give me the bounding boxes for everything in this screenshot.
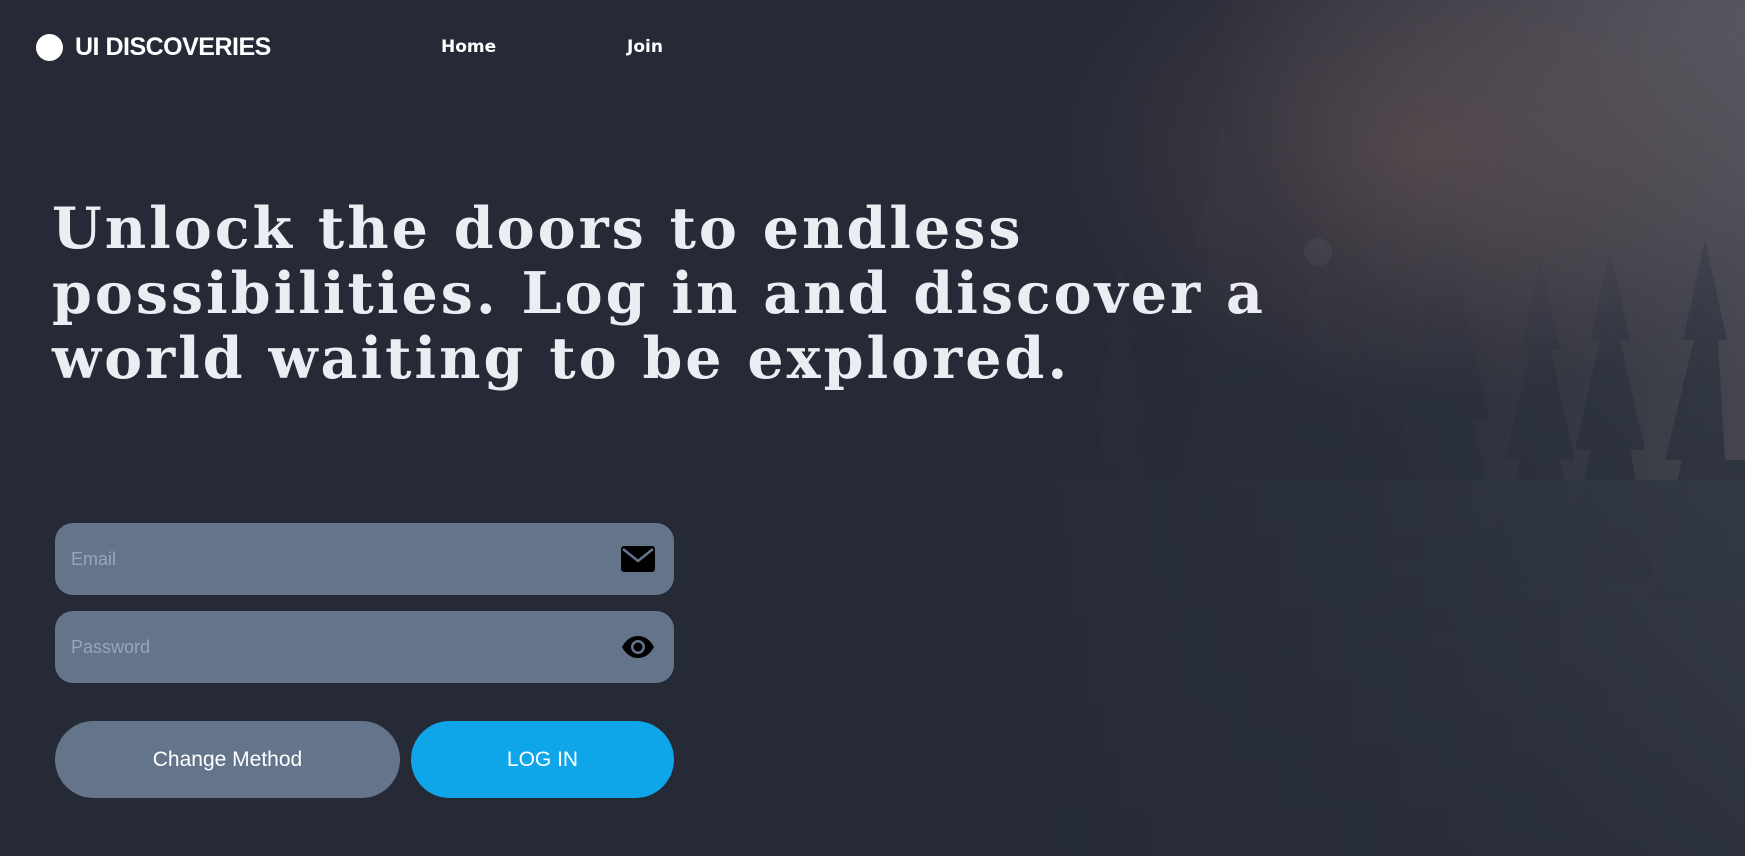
logo-circle-icon bbox=[36, 34, 63, 61]
nav-link-join[interactable]: Join bbox=[627, 37, 663, 57]
email-input[interactable] bbox=[71, 523, 591, 595]
login-button[interactable]: LOG IN bbox=[411, 721, 674, 798]
brand-name: UI DISCOVERIES bbox=[75, 33, 271, 61]
email-field[interactable] bbox=[55, 523, 674, 595]
nav-link-home[interactable]: Home bbox=[441, 37, 496, 57]
brand-logo[interactable]: UI DISCOVERIES bbox=[36, 33, 271, 62]
eye-icon[interactable] bbox=[620, 633, 656, 661]
password-input[interactable] bbox=[71, 611, 591, 683]
change-method-button[interactable]: Change Method bbox=[55, 721, 400, 798]
hero-headline: Unlock the doors to endless possibilitie… bbox=[52, 195, 1266, 392]
password-field[interactable] bbox=[55, 611, 674, 683]
envelope-icon bbox=[620, 545, 656, 573]
login-page: UI DISCOVERIES Home Join Unlock the door… bbox=[0, 0, 1745, 856]
